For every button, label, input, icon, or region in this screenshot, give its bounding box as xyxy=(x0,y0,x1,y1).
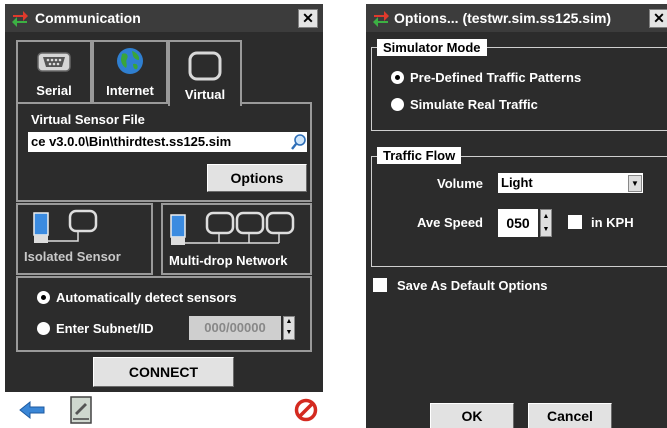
virtual-sensor-file-label: Virtual Sensor File xyxy=(31,112,145,127)
options-close-button[interactable]: ✕ xyxy=(649,9,667,28)
traffic-flow-title: Traffic Flow xyxy=(377,147,462,164)
spin-down-icon[interactable]: ▼ xyxy=(541,223,551,236)
multidrop-network-option[interactable]: Multi-drop Network xyxy=(161,203,312,275)
swap-arrows-icon xyxy=(373,11,389,27)
kph-checkbox[interactable] xyxy=(568,215,582,229)
save-default-checkbox[interactable] xyxy=(373,278,387,292)
predefined-traffic-label: Pre-Defined Traffic Patterns xyxy=(410,70,582,85)
spin-up-icon[interactable]: ▲ xyxy=(541,210,551,223)
isolated-sensor-label: Isolated Sensor xyxy=(24,249,121,264)
spin-up-icon[interactable]: ▲ xyxy=(284,317,294,328)
volume-value: Light xyxy=(501,175,533,190)
options-window-title: Options... (testwr.sim.ss125.sim) xyxy=(394,10,612,26)
ave-speed-label: Ave Speed xyxy=(417,215,483,230)
subnet-label: Enter Subnet/ID xyxy=(56,321,154,336)
traffic-flow-group: Volume Light ▼ Ave Speed 050 ▲ ▼ in KPH xyxy=(371,156,667,267)
subnet-radio[interactable] xyxy=(37,322,50,335)
simulator-mode-title: Simulator Mode xyxy=(377,39,487,56)
subnet-id-input[interactable]: 000/00000 xyxy=(189,316,281,340)
predefined-traffic-radio[interactable] xyxy=(391,71,404,84)
isolated-sensor-icon xyxy=(33,209,98,243)
cancel-button[interactable]: Cancel xyxy=(528,403,612,428)
subnet-spinner[interactable]: ▲ ▼ xyxy=(283,316,295,340)
ok-button[interactable]: OK xyxy=(430,403,514,428)
isolated-sensor-option[interactable]: Isolated Sensor xyxy=(16,203,153,275)
real-traffic-radio[interactable] xyxy=(391,98,404,111)
tab-internet[interactable]: Internet xyxy=(92,40,168,104)
window-title: Communication xyxy=(35,10,141,26)
detect-panel: Automatically detect sensors Enter Subne… xyxy=(16,276,312,352)
virtual-sensor-file-input[interactable]: ce v3.0.0\Bin\thirdtest.ss125.sim xyxy=(28,132,289,152)
bottom-toolbar xyxy=(5,392,323,428)
kph-label: in KPH xyxy=(591,215,634,230)
speed-spinner[interactable]: ▲ ▼ xyxy=(540,209,552,237)
auto-detect-label: Automatically detect sensors xyxy=(56,290,237,305)
serial-port-icon xyxy=(37,52,71,72)
tab-virtual-label: Virtual xyxy=(184,87,226,102)
communication-window: Communication ✕ Serial Internet Virtual … xyxy=(5,4,323,428)
globe-icon xyxy=(117,48,143,74)
multidrop-network-icon xyxy=(170,211,295,245)
volume-select[interactable]: Light ▼ xyxy=(498,173,643,193)
back-arrow-icon[interactable] xyxy=(18,400,46,420)
ave-speed-input[interactable]: 050 xyxy=(498,209,538,237)
real-traffic-label: Simulate Real Traffic xyxy=(410,97,538,112)
tab-serial[interactable]: Serial xyxy=(16,40,92,104)
simulator-mode-group: Pre-Defined Traffic Patterns Simulate Re… xyxy=(371,47,667,131)
chevron-down-icon[interactable]: ▼ xyxy=(628,175,642,192)
magnifier-icon xyxy=(291,134,306,150)
connect-button[interactable]: CONNECT xyxy=(93,357,234,387)
options-button[interactable]: Options xyxy=(207,164,307,192)
tab-internet-label: Internet xyxy=(106,83,154,98)
spin-down-icon[interactable]: ▼ xyxy=(284,328,294,339)
browse-button[interactable] xyxy=(289,132,307,152)
book-icon[interactable] xyxy=(68,395,94,425)
virtual-sensor-panel: Virtual Sensor File ce v3.0.0\Bin\thirdt… xyxy=(16,102,312,202)
volume-label: Volume xyxy=(437,176,483,191)
no-entry-icon[interactable] xyxy=(294,398,318,422)
multidrop-network-label: Multi-drop Network xyxy=(169,253,288,268)
auto-detect-radio[interactable] xyxy=(37,291,50,304)
virtual-device-icon xyxy=(188,51,222,81)
options-window: Options... (testwr.sim.ss125.sim) ✕ Pre-… xyxy=(366,4,667,428)
swap-arrows-icon xyxy=(12,11,28,27)
close-button[interactable]: ✕ xyxy=(298,9,318,28)
save-default-label: Save As Default Options xyxy=(397,278,548,293)
title-bar: Communication ✕ xyxy=(5,4,323,32)
options-title-bar: Options... (testwr.sim.ss125.sim) ✕ xyxy=(366,4,667,32)
tab-virtual[interactable]: Virtual xyxy=(168,40,242,106)
tab-serial-label: Serial xyxy=(36,83,72,98)
